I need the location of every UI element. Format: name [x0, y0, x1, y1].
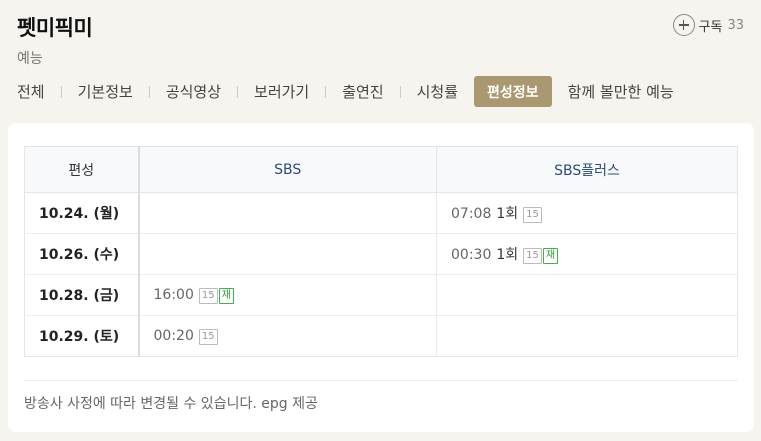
schedule-date: 10.28. (금)	[24, 274, 140, 316]
tab-watch[interactable]: 보러가기	[254, 76, 309, 107]
tab-recommended[interactable]: 함께 볼만한 예능	[568, 76, 674, 107]
table-row: 10.26. (수) 00:30 1회 15 재	[24, 233, 738, 275]
table-row: 10.24. (월) 07:08 1회 15	[24, 192, 738, 234]
program-title: 펫미픽미	[17, 16, 93, 40]
tab-divider	[60, 85, 62, 98]
tab-cast[interactable]: 출연진	[342, 76, 383, 107]
air-time: 00:20	[153, 327, 194, 344]
air-time: 16:00	[153, 286, 194, 303]
sbs-cell: 00:20 15	[138, 315, 437, 357]
age-rating-badge: 15	[523, 207, 542, 223]
rerun-badge: 재	[542, 248, 559, 264]
tab-ratings[interactable]: 시청률	[417, 76, 458, 107]
tab-divider	[399, 85, 401, 98]
sbs-plus-cell	[437, 316, 738, 357]
age-rating-badge: 15	[198, 287, 218, 304]
divider	[24, 380, 738, 381]
subscribe-count: 33	[727, 17, 744, 33]
program-genre: 예능	[17, 51, 43, 67]
table-header-row: 편성 SBS SBS플러스	[24, 146, 738, 193]
schedule-notice: 방송사 사정에 따라 변경될 수 있습니다. epg 제공	[24, 396, 318, 412]
sbs-plus-cell: 00:30 1회 15 재	[436, 233, 738, 275]
sbs-cell	[138, 233, 437, 275]
subscribe-label: 구독	[698, 19, 723, 35]
schedule-date: 10.24. (월)	[24, 192, 140, 234]
schedule-date: 10.26. (수)	[24, 233, 140, 275]
sbs-plus-cell: 07:08 1회 15	[436, 192, 738, 234]
tab-divider	[148, 85, 150, 98]
episode-number: 1회	[496, 247, 519, 263]
table-row: 10.29. (토) 00:20 15	[24, 315, 738, 357]
air-time: 07:08	[451, 206, 492, 222]
tab-official-video[interactable]: 공식영상	[166, 76, 221, 107]
air-time: 00:30	[451, 247, 492, 263]
sbs-plus-cell	[436, 274, 738, 316]
plus-icon	[672, 14, 695, 36]
schedule-card: 편성 SBS SBS플러스 10.24. (월) 07:08 1회 15 10.26…	[8, 123, 754, 432]
column-header-sbs: SBS	[138, 146, 437, 193]
subscribe-button[interactable]: 구독 33	[672, 14, 744, 36]
tab-bar: 전체 기본정보 공식영상 보러가기 출연진 시청률 편성정보 함께 볼만한 예능	[17, 76, 674, 107]
tab-schedule[interactable]: 편성정보	[474, 76, 552, 107]
episode-number: 1회	[496, 206, 519, 222]
age-rating-badge: 15	[198, 328, 218, 345]
tab-divider	[237, 85, 239, 98]
age-rating-badge: 15	[523, 248, 542, 264]
column-header-date: 편성	[24, 146, 140, 193]
tab-basic-info[interactable]: 기본정보	[78, 76, 133, 107]
sbs-cell: 16:00 15 재	[138, 274, 437, 316]
column-header-sbs-plus: SBS플러스	[436, 146, 738, 193]
table-row: 10.28. (금) 16:00 15 재	[24, 274, 738, 316]
rerun-badge: 재	[218, 287, 234, 304]
schedule-table: 편성 SBS SBS플러스 10.24. (월) 07:08 1회 15 10.26…	[24, 146, 738, 357]
tab-all[interactable]: 전체	[17, 76, 45, 107]
sbs-cell	[138, 192, 437, 234]
tab-divider	[325, 85, 327, 98]
schedule-date: 10.29. (토)	[24, 315, 140, 357]
